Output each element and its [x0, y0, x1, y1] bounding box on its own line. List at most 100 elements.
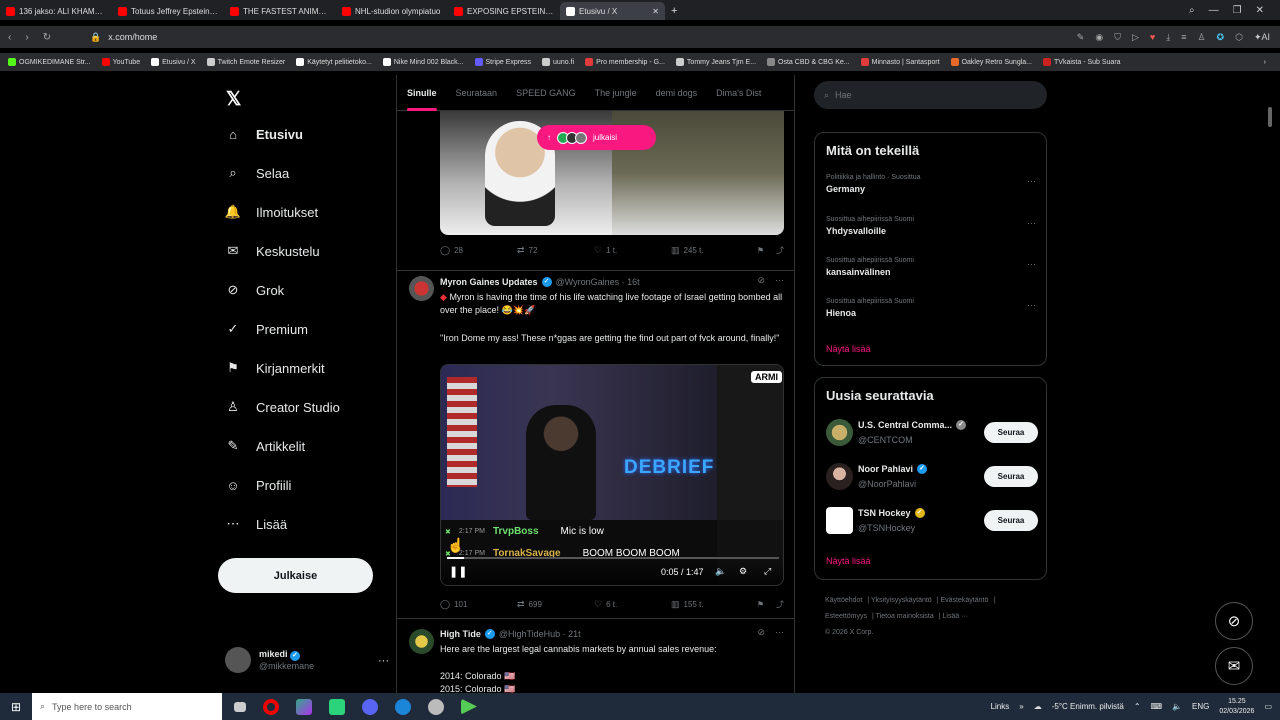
author-name[interactable]: Myron Gaines Updates — [440, 277, 538, 287]
sidebar-item-profile[interactable]: ☺ Profiili — [225, 477, 291, 493]
links-toolbar[interactable]: Links — [991, 702, 1010, 711]
reply-button[interactable]: ◯ 28 — [440, 245, 517, 256]
more-icon[interactable]: ··· — [1027, 259, 1036, 269]
app-icon[interactable] — [461, 698, 477, 715]
bookmark[interactable]: Minnasto | Santasport — [860, 58, 940, 66]
trend-item[interactable]: Suosittua aihepiirissä Suomi kansainvälin… — [826, 257, 1036, 277]
sidebar-item-notifications[interactable]: 🔔 Ilmoitukset — [225, 204, 318, 220]
more-icon[interactable]: ··· — [1027, 300, 1036, 310]
like-button[interactable]: ♡ 1 t. — [594, 245, 671, 256]
address-bar[interactable]: 🔒 x.com/home — [90, 32, 157, 43]
notifications-icon[interactable]: ▭ — [1264, 702, 1272, 711]
account-switcher[interactable]: mikedi ✓ @mikkemane ··· — [225, 647, 389, 673]
sidebar-item-bookmarks[interactable]: ⚑ Kirjanmerkit — [225, 360, 324, 376]
more-icon[interactable]: ··· — [775, 275, 784, 286]
more-icon[interactable]: ··· — [775, 627, 784, 638]
app-icon[interactable] — [296, 698, 312, 715]
post-button[interactable]: Julkaise — [218, 558, 373, 593]
show-more-link[interactable]: Näytä lisää — [826, 556, 871, 566]
app-icon[interactable] — [428, 698, 444, 715]
follow-suggestion[interactable]: TSN Hockey ✓ @TSNHockey Seuraa — [826, 507, 1038, 537]
bookmark[interactable]: YouTube — [101, 58, 140, 66]
bookmark-icon[interactable]: ⚑ — [757, 600, 764, 609]
repost-button[interactable]: ⇄ 699 — [517, 599, 594, 610]
sidebar-item-explore[interactable]: ⌕ Selaa — [225, 165, 289, 181]
trend-item[interactable]: Politiikka ja hallinto · Suosittua German… — [826, 174, 1036, 194]
bookmark[interactable]: OGMIKEDIMANE Str... — [8, 58, 91, 66]
more-icon[interactable]: ··· — [1027, 218, 1036, 228]
fullscreen-icon[interactable]: ⤢ — [764, 566, 771, 577]
close-window-icon[interactable]: ✕ — [1256, 5, 1264, 16]
footer-link[interactable]: Evästekäytäntö — [940, 597, 988, 604]
language-indicator[interactable]: ENG — [1192, 702, 1209, 711]
show-more-link[interactable]: Näytä lisää — [826, 344, 871, 354]
back-icon[interactable]: ‹ — [8, 32, 11, 43]
edit-icon[interactable]: ✎ — [1077, 32, 1085, 43]
bookmark[interactable]: Twitch Emote Resizer — [206, 58, 285, 66]
minimize-icon[interactable]: — — [1209, 5, 1219, 16]
footer-link[interactable]: Käyttöehdot — [825, 597, 862, 604]
opera-icon[interactable] — [263, 698, 279, 715]
bookmark-icon[interactable]: ⚑ — [757, 246, 764, 255]
avatar[interactable] — [409, 276, 434, 301]
scrollbar-thumb[interactable] — [1268, 107, 1272, 127]
sidebar-item-messages[interactable]: ✉ Keskustelu — [225, 243, 320, 259]
tweet[interactable]: Myron Gaines Updates ✓ @WyronGaines · 16… — [397, 270, 794, 618]
reply-button[interactable]: ◯ 101 — [440, 599, 517, 610]
search-input[interactable]: ⌕ Hae — [814, 81, 1047, 109]
more-icon[interactable]: ··· — [1027, 176, 1036, 186]
repost-button[interactable]: ⇄ 72 — [517, 245, 594, 256]
follow-suggestion[interactable]: Noor Pahlavi ✓ @NoorPahlavi Seuraa — [826, 463, 1038, 493]
browser-tab[interactable]: 136 jakso: ALI KHAMENEI — [0, 2, 112, 20]
tab-list[interactable]: demi dogs — [656, 75, 698, 111]
share-icon[interactable]: ⤴ — [776, 599, 784, 610]
share-icon[interactable]: ⤴ — [776, 245, 784, 256]
follow-button[interactable]: Seuraa — [984, 510, 1038, 531]
avatar[interactable] — [409, 629, 434, 654]
profile-icon[interactable]: ♙ — [1197, 32, 1205, 43]
search-tabs-icon[interactable]: ⌕ — [1189, 5, 1195, 16]
messages-fab-button[interactable]: ✉ — [1215, 647, 1253, 685]
bookmark[interactable]: TVkaista - Sub Suara — [1043, 58, 1121, 66]
bookmark[interactable]: Käytetyt pelitietoko... — [296, 58, 372, 66]
extension-icon[interactable]: ✪ — [1217, 32, 1225, 43]
bookmarks-overflow[interactable]: › — [1264, 59, 1280, 66]
bookmark[interactable]: Oakley Retro Sungla... — [950, 58, 1032, 66]
discord-icon[interactable] — [362, 698, 378, 715]
like-button[interactable]: ♡ 6 t. — [594, 599, 671, 610]
app-icon[interactable] — [329, 698, 345, 715]
ai-button[interactable]: ✦AI — [1254, 32, 1270, 43]
tweet[interactable]: High Tide ✓ @HighTideHub · 21t ⊘ ··· Here… — [397, 618, 794, 693]
footer-link[interactable]: Yksityisyyskäytäntö — [871, 597, 932, 604]
footer-link[interactable]: Tietoa mainoksista — [876, 613, 934, 620]
task-view-icon[interactable] — [234, 701, 246, 712]
video-player[interactable]: DEBRIEF ARMI ✖ 2:17 PM TrvpBoss Mic is l… — [440, 364, 784, 586]
follow-button[interactable]: Seuraa — [984, 422, 1038, 443]
bookmark[interactable]: Pro membership - G... — [585, 58, 665, 66]
play-icon[interactable]: ▷ — [1132, 32, 1139, 43]
x-logo-icon[interactable]: 𝕏 — [226, 88, 241, 111]
sidebar-item-articles[interactable]: ✎ Artikkelit — [225, 438, 306, 454]
browser-tab[interactable]: EXPOSING EPSTEIN'S ZOR — [448, 2, 560, 20]
menu-icon[interactable]: ≡ — [1181, 32, 1186, 43]
browser-tab[interactable]: Totuus Jeffrey Epsteinin K — [112, 2, 224, 20]
tab-list[interactable]: SPEED GANG — [516, 75, 576, 111]
video-progress[interactable] — [447, 557, 779, 559]
close-tab-icon[interactable]: ✕ — [652, 7, 659, 16]
cube-icon[interactable]: ⬡ — [1235, 32, 1243, 43]
chevron-up-icon[interactable]: ⌃ — [1134, 702, 1141, 711]
sidebar-item-premium[interactable]: ✓ Premium — [225, 321, 308, 337]
scrollbar[interactable] — [1266, 75, 1274, 693]
url-text[interactable]: x.com/home — [108, 32, 157, 42]
download-icon[interactable]: ⤓ — [1166, 32, 1170, 43]
bookmark[interactable]: Stripe Express — [474, 58, 531, 66]
tab-following[interactable]: Seurataan — [456, 75, 498, 111]
author-handle[interactable]: @HighTideHub · 21t — [499, 629, 581, 639]
settings-icon[interactable]: ⚙ — [739, 566, 747, 577]
bookmark[interactable]: Nike Mind 002 Black... — [382, 58, 464, 66]
browser-tab-active[interactable]: Etusivu / X ✕ — [560, 2, 665, 20]
pause-icon[interactable]: ❚❚ — [449, 565, 467, 578]
more-icon[interactable]: ··· — [378, 655, 389, 667]
views-button[interactable]: ▥ 155 t. — [671, 599, 748, 610]
camera-icon[interactable]: ◉ — [1095, 32, 1103, 43]
